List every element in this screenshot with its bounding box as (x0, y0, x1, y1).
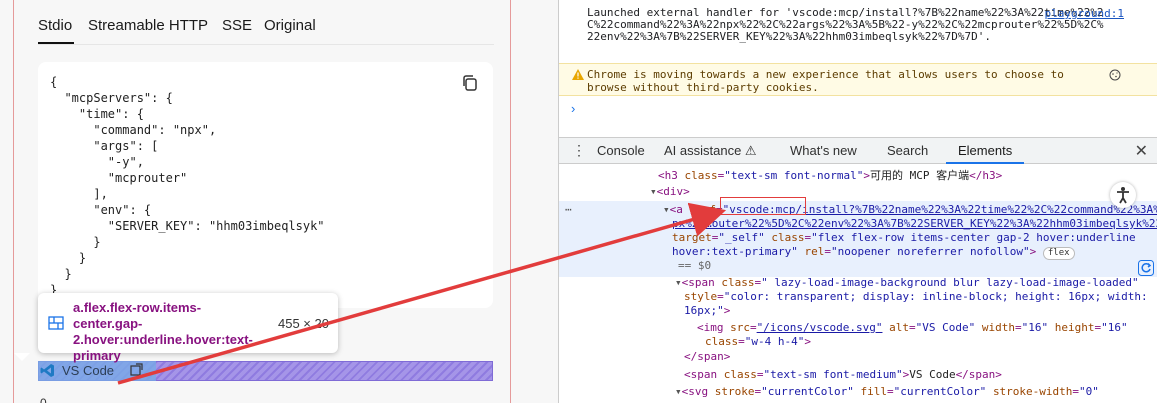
warning-icon (572, 69, 584, 80)
warning-text: Chrome is moving towards a new experienc… (587, 68, 1064, 94)
cookie-icon[interactable] (1109, 69, 1121, 81)
dom-h3[interactable]: <h3 class="text-sm font-normal">可用的 MCP … (658, 169, 1002, 183)
devtools-tabbar: ⋮ Console AI assistance ⚠ What's new Sea… (559, 137, 1157, 164)
accessibility-icon[interactable] (1110, 182, 1136, 208)
node-ellipsis[interactable]: ⋯ (565, 203, 572, 217)
refresh-icon[interactable] (1138, 260, 1154, 276)
tab-elements[interactable]: Elements (958, 143, 1012, 158)
vscode-icon (40, 364, 54, 377)
tab-streamable-http[interactable]: Streamable HTTP (88, 17, 208, 34)
flex-badge[interactable]: flex (1042, 247, 1075, 260)
console-warning: Chrome is moving towards a new experienc… (559, 63, 1157, 96)
dom-span-vscode[interactable]: <span class="text-sm font-medium">VS Cod… (684, 368, 1002, 382)
elements-tree: <h3 class="text-sm font-normal">可用的 MCP … (559, 165, 1157, 403)
web-page-panel: Stdio Streamable HTTP SSE Original { "mc… (0, 0, 558, 403)
tab-ai-assistance[interactable]: AI assistance ⚠ (664, 143, 757, 159)
href-annotation-box (720, 197, 806, 215)
flex-layout-icon (48, 316, 64, 330)
dom-span-style[interactable]: style="color: transparent; display: inli… (684, 290, 1148, 304)
tabs-divider (38, 44, 494, 45)
tab-original[interactable]: Original (264, 17, 316, 34)
tab-search[interactable]: Search (887, 143, 928, 158)
guide-line-right (510, 0, 511, 403)
dom-span-style2[interactable]: 16px;"> (684, 304, 730, 318)
dom-svg[interactable]: ▾<svg stroke="currentColor" fill="curren… (675, 385, 1099, 399)
vscode-link-label[interactable]: VS Code (62, 363, 114, 378)
config-code-block: { "mcpServers": { "time": { "command": "… (38, 62, 493, 308)
config-json: { "mcpServers": { "time": { "command": "… (50, 75, 325, 297)
copy-icon[interactable] (461, 74, 479, 92)
tooltip-arrow (14, 353, 30, 361)
dom-img[interactable]: <img src="/icons/vscode.svg" alt="VS Cod… (697, 321, 1128, 335)
next-item-stub: 0 (40, 396, 47, 403)
more-options-icon[interactable]: ⋮ (572, 142, 586, 159)
tab-console[interactable]: Console (597, 143, 645, 158)
console-prompt[interactable]: › (571, 101, 575, 116)
dom-dollar0: == $0 (678, 259, 712, 272)
active-devtab-underline (946, 162, 1024, 164)
dom-span-close[interactable]: </span> (684, 350, 730, 364)
message-source-link[interactable]: playground:1 (1045, 7, 1124, 20)
dom-div[interactable]: ▾<div> (650, 185, 690, 199)
dom-span-lazy[interactable]: ▾<span class=" lazy-load-image-backgroun… (675, 276, 1139, 290)
tab-sse[interactable]: SSE (222, 17, 252, 34)
dom-a-line2[interactable]: px%22…outer%22%5D%2C%22env%22%3A%7B%22SE… (672, 217, 1157, 231)
tooltip-selector: a.flex.flex-row.items-center.gap-2.hover… (73, 300, 253, 363)
tab-stdio[interactable]: Stdio (38, 17, 72, 34)
devtools-panel: Launched external handler for 'vscode:mc… (558, 0, 1157, 403)
dom-a-attrs[interactable]: target="_self" class="flex flex-row item… (672, 231, 1136, 245)
guide-line-left (13, 0, 14, 403)
inspect-tooltip: a.flex.flex-row.items-center.gap-2.hover… (38, 293, 338, 363)
dom-a-attrs2[interactable]: hover:text-primary" rel="noopener norefe… (672, 245, 1075, 260)
console-message: Launched external handler for 'vscode:mc… (587, 6, 1104, 43)
external-link-icon (130, 363, 143, 376)
dom-img-class[interactable]: class="w-4 h-4"> (705, 335, 811, 349)
close-icon[interactable]: ✕ (1135, 141, 1148, 161)
tab-whats-new[interactable]: What's new (790, 143, 857, 158)
tooltip-size: 455 × 20 (278, 316, 329, 331)
